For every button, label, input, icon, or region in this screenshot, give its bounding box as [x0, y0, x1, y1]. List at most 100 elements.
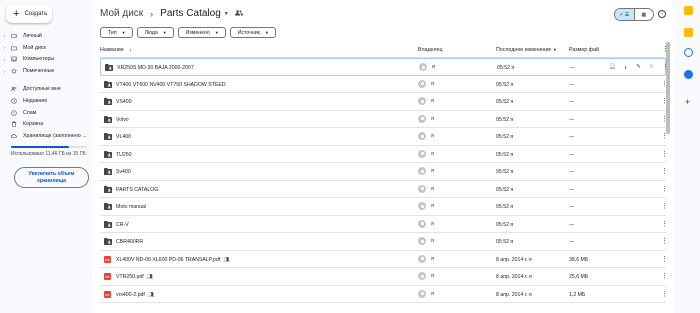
table-row[interactable]: Sv400 я 05:52 я — ⋮	[100, 163, 668, 181]
file-name-text: Moto manual	[116, 204, 146, 210]
owner-text: я	[432, 64, 435, 70]
file-name[interactable]: VT400 VT600 NV400 VT750 SHADOW STEED	[116, 82, 226, 88]
file-name-text: VT400 VT600 NV400 VT750 SHADOW STEED	[116, 81, 226, 88]
owner-cell: я	[418, 254, 434, 263]
sidebar-item-0[interactable]: › Личный	[0, 30, 96, 42]
calendar-icon[interactable]	[684, 6, 693, 15]
row-actions: 👤︎ ⭳ ✎ ☆	[606, 64, 658, 73]
file-name[interactable]: XR250S MD-30 BAJA 2000-2007	[117, 65, 194, 71]
table-row[interactable]: VL400 я 05:52 я — ⋮	[100, 128, 668, 146]
sidebar-item-5[interactable]: Недавние	[0, 95, 96, 107]
main-panel: Мой диск › Parts Catalog ▼ ✓ ☰ ▦ i Тип ▼ Л…	[92, 0, 674, 313]
svg-text:PDF: PDF	[105, 293, 110, 296]
avatar	[419, 63, 427, 71]
sidebar-item-3[interactable]: › Помеченные	[0, 65, 96, 77]
more-vert-icon[interactable]: ⋮	[661, 237, 668, 245]
table-row[interactable]: PDF XL400V ND-06 XL600 PD-06 TRANSALP.pdf…	[100, 251, 668, 268]
table-row[interactable]: XR250S MD-30 BAJA 2000-2007 я 05:52 я — 👤︎ ⭳ ✎…	[100, 58, 669, 76]
owner-cell: я	[418, 149, 434, 158]
table-row[interactable]: PDF VTR250.pdf 👥︎ я 8 апр. 2014 г. я 25,6 МБ ⋮	[100, 268, 668, 286]
owner-cell: я	[419, 63, 435, 71]
star-icon[interactable]: ☆	[645, 64, 658, 73]
list-view-button[interactable]: ✓ ☰	[615, 9, 635, 20]
table-row[interactable]: PDF vrx400-2.pdf 👥︎ я 8 апр. 2014 г. я 1,2 МБ…	[100, 286, 668, 303]
sidebar-item-1[interactable]: › Мой диск	[0, 42, 96, 54]
upgrade-storage-button[interactable]: Увеличить объем хранилища	[14, 167, 89, 188]
avatar	[418, 114, 426, 123]
table-row[interactable]: Volvo я 05:52 я — ⋮	[100, 111, 668, 128]
owner-text: я	[431, 273, 434, 279]
download-icon[interactable]: ⭳	[619, 64, 632, 73]
rename-icon[interactable]: ✎	[632, 64, 645, 73]
shared-folder-icon	[234, 8, 243, 19]
caret-down-icon[interactable]: ▼	[224, 11, 229, 17]
share-icon[interactable]: 👤︎	[606, 64, 619, 73]
sidebar-item-label: Мой диск	[23, 44, 46, 51]
column-size[interactable]: Размер фай	[569, 47, 599, 53]
more-vert-icon[interactable]: ⋮	[661, 290, 668, 298]
file-name[interactable]: Sv400	[116, 169, 131, 175]
table-row[interactable]: VS400 я 05:52 я — ⋮	[100, 93, 668, 111]
add-icon[interactable]: +	[685, 97, 690, 107]
info-icon[interactable]: i	[658, 10, 666, 18]
filter-chip[interactable]: Люди ▼	[136, 27, 174, 38]
list-view-icon: ✓ ☰	[619, 11, 630, 18]
filter-chip[interactable]: Тип ▼	[100, 27, 133, 38]
size-cell: 38,6 МБ	[569, 256, 589, 263]
column-owner[interactable]: Владелец	[418, 47, 443, 53]
table-row[interactable]: CBR400RR я 05:52 я — ⋮	[100, 233, 668, 251]
new-button[interactable]: + Создать	[6, 5, 52, 23]
contacts-icon[interactable]	[684, 70, 693, 79]
more-vert-icon[interactable]: ⋮	[661, 272, 668, 280]
owner-text: я	[431, 255, 434, 262]
computer-icon	[9, 56, 19, 62]
table-row[interactable]: Moto manual я 05:52 я — ⋮	[100, 198, 668, 216]
file-name[interactable]: VS400	[116, 99, 132, 105]
file-name[interactable]: VL400	[116, 134, 131, 140]
sidebar-item-7[interactable]: Корзина	[0, 119, 96, 131]
breadcrumb-current[interactable]: Parts Catalog	[160, 8, 221, 19]
file-name[interactable]: Volvo	[116, 117, 129, 123]
column-modified[interactable]: Последнее изменение ▼	[496, 47, 557, 53]
owner-cell: я	[418, 219, 434, 228]
owner-text: я	[431, 185, 434, 192]
owner-text: я	[431, 220, 434, 227]
sidebar-item-6[interactable]: Спам	[0, 107, 96, 119]
file-name[interactable]: Moto manual	[116, 204, 146, 210]
column-name[interactable]: Название ↓	[100, 47, 132, 53]
table-row[interactable]: PARTS CATALOG я 05:52 я — ⋮	[100, 181, 668, 198]
scroll-thumb[interactable]	[666, 42, 670, 134]
file-name[interactable]: XL400V ND-06 XL600 PD-06 TRANSALP.pdf 👥︎	[116, 257, 230, 263]
file-name[interactable]: TU250	[116, 152, 132, 158]
modified-cell: 05:52 я	[496, 221, 514, 228]
owner-text: я	[431, 238, 434, 244]
more-vert-icon[interactable]: ⋮	[661, 255, 668, 263]
modified-cell: 05:52 я	[496, 151, 514, 158]
size-cell: —	[569, 221, 575, 228]
caret-down-icon: ▼	[264, 30, 269, 35]
sidebar-item-4[interactable]: Доступные мне	[0, 83, 96, 95]
scrollbar[interactable]	[666, 42, 670, 222]
tasks-icon[interactable]	[684, 48, 693, 57]
sidebar-item-8[interactable]: Хранилище (заполнено ...	[0, 130, 96, 142]
keep-icon[interactable]	[684, 28, 693, 37]
modified-cell: 8 апр. 2014 г. я	[496, 256, 532, 263]
file-name[interactable]: VTR250.pdf 👥︎	[116, 274, 153, 280]
spam-icon	[9, 109, 19, 116]
table-row[interactable]: CR-V я 05:52 я — ⋮	[100, 216, 668, 233]
owner-cell: я	[418, 202, 434, 210]
avatar	[418, 272, 426, 280]
filter-chip[interactable]: Изменено ▼	[177, 27, 226, 38]
file-name[interactable]: CBR400RR	[116, 239, 143, 245]
filter-chip[interactable]: Источник ▼	[229, 27, 276, 38]
table-row[interactable]: TU250 я 05:52 я — ⋮	[100, 146, 668, 163]
table-row[interactable]: VT400 VT600 NV400 VT750 SHADOW STEED я 05:…	[100, 76, 668, 93]
file-name[interactable]: vrx400-2.pdf 👥︎	[116, 292, 154, 298]
folder-icon	[9, 45, 19, 51]
sidebar-item-2[interactable]: › Компьютеры	[0, 54, 96, 66]
file-name[interactable]: PARTS CATALOG	[116, 187, 158, 193]
file-name-text: XL400V ND-06 XL600 PD-06 TRANSALP.pdf	[116, 256, 221, 263]
file-name[interactable]: CR-V	[116, 222, 129, 228]
grid-view-button[interactable]: ▦	[635, 9, 654, 20]
breadcrumb-root[interactable]: Мой диск	[100, 8, 143, 19]
